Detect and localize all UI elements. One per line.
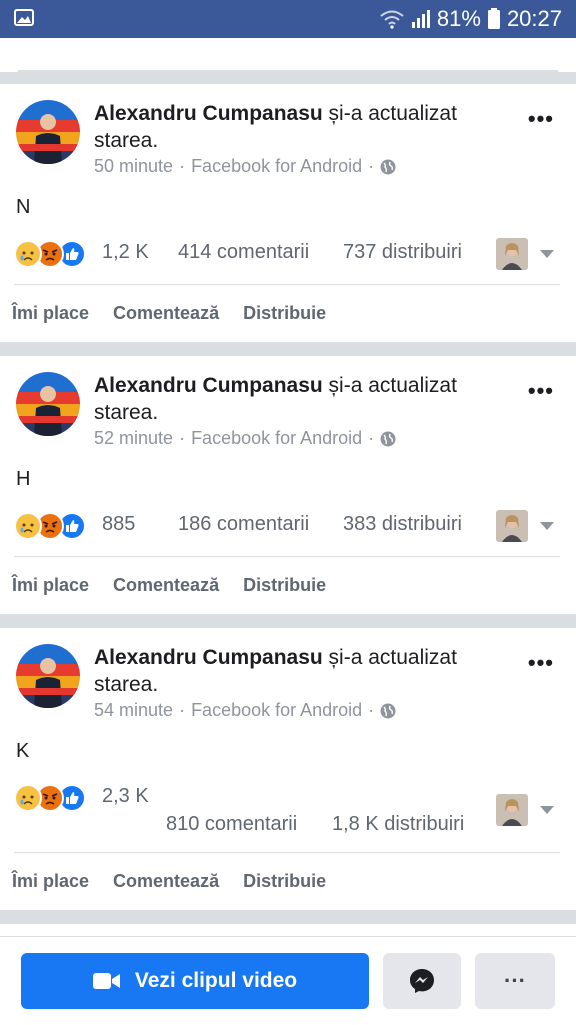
post-text: N: [16, 196, 31, 218]
share-count[interactable]: 383 distribuiri: [343, 513, 462, 536]
messenger-icon: [410, 969, 434, 993]
viewer-profile-thumbnail[interactable]: [496, 510, 528, 542]
feed-separator: [0, 72, 576, 84]
sad-reaction-icon: [14, 784, 42, 812]
comment-count[interactable]: 186 comentarii: [178, 513, 309, 536]
post-header: Alexandru Cumpanasu și-a actualizat star…: [94, 644, 494, 698]
reaction-count[interactable]: 2,3 K: [102, 785, 149, 808]
globe-icon: [380, 703, 396, 718]
post-time[interactable]: 52 minute: [94, 428, 173, 449]
battery-percent: 81%: [436, 6, 481, 31]
wifi-icon: [380, 10, 404, 29]
author-name[interactable]: Alexandru Cumpanasu: [94, 102, 323, 125]
post-actions: Îmi place Comentează Distribuie: [12, 303, 326, 324]
post-meta: 54 minute · Facebook for Android ·: [94, 700, 396, 721]
comment-button[interactable]: Comentează: [113, 303, 219, 324]
chevron-down-icon[interactable]: [540, 806, 554, 814]
globe-icon: [380, 159, 396, 174]
post-text: K: [16, 740, 30, 762]
globe-icon: [380, 431, 396, 446]
share-button[interactable]: Distribuie: [243, 575, 326, 596]
avatar[interactable]: [16, 372, 80, 436]
reaction-icons[interactable]: [14, 784, 86, 812]
post-menu-button[interactable]: •••: [528, 378, 554, 404]
share-count[interactable]: 737 distribuiri: [343, 241, 462, 264]
more-options-icon: ···: [504, 968, 526, 993]
post-source: Facebook for Android: [191, 156, 363, 176]
sad-reaction-icon: [14, 512, 42, 540]
post-menu-button[interactable]: •••: [528, 650, 554, 676]
author-name[interactable]: Alexandru Cumpanasu: [94, 646, 323, 669]
video-camera-icon: [92, 973, 120, 989]
chevron-down-icon[interactable]: [540, 522, 554, 530]
post-actions: Îmi place Comentează Distribuie: [12, 575, 326, 596]
bottom-action-bar: Vezi clipul video ···: [0, 936, 576, 1025]
feed-separator: [0, 614, 576, 628]
share-count[interactable]: 1,8 K distribuiri: [332, 813, 464, 836]
separator-dot: ·: [179, 156, 186, 176]
viewer-profile-thumbnail[interactable]: [496, 238, 528, 270]
signal-icon: [411, 10, 430, 28]
comment-count[interactable]: 810 comentarii: [166, 813, 297, 836]
sad-reaction-icon: [14, 240, 42, 268]
chevron-down-icon[interactable]: [540, 250, 554, 258]
comment-button[interactable]: Comentează: [113, 575, 219, 596]
messenger-button[interactable]: [383, 953, 461, 1009]
gallery-icon: [14, 9, 34, 26]
status-bar: 81% 20:27: [0, 0, 576, 38]
separator-dot: ·: [368, 156, 375, 176]
more-options-button[interactable]: ···: [475, 953, 555, 1009]
separator-dot: ·: [368, 700, 375, 720]
feed-post: Alexandru Cumpanasu și-a actualizat star…: [0, 628, 576, 910]
share-button[interactable]: Distribuie: [243, 303, 326, 324]
comment-button[interactable]: Comentează: [113, 871, 219, 892]
like-button[interactable]: Îmi place: [12, 303, 89, 324]
post-meta: 52 minute · Facebook for Android ·: [94, 428, 396, 449]
author-name[interactable]: Alexandru Cumpanasu: [94, 374, 323, 397]
avatar[interactable]: [16, 644, 80, 708]
post-header: Alexandru Cumpanasu și-a actualizat star…: [94, 100, 494, 154]
reaction-count[interactable]: 1,2 K: [102, 241, 149, 264]
post-meta: 50 minute · Facebook for Android ·: [94, 156, 396, 177]
like-button[interactable]: Îmi place: [12, 575, 89, 596]
reaction-count[interactable]: 885: [102, 513, 135, 536]
reaction-icons[interactable]: [14, 240, 86, 268]
separator-dot: ·: [368, 428, 375, 448]
watch-video-label: Vezi clipul video: [134, 969, 298, 992]
feed-separator: [0, 342, 576, 356]
post-time[interactable]: 50 minute: [94, 156, 173, 177]
post-time[interactable]: 54 minute: [94, 700, 173, 721]
divider: [14, 556, 560, 557]
viewer-profile-thumbnail[interactable]: [496, 794, 528, 826]
like-button[interactable]: Îmi place: [12, 871, 89, 892]
reaction-icons[interactable]: [14, 512, 86, 540]
feed-separator: [0, 910, 576, 924]
watch-video-button[interactable]: Vezi clipul video: [21, 953, 369, 1009]
post-source: Facebook for Android: [191, 428, 363, 448]
battery-icon: [487, 8, 500, 29]
divider: [14, 852, 560, 853]
separator-dot: ·: [179, 700, 186, 720]
feed-post: Alexandru Cumpanasu și-a actualizat star…: [0, 84, 576, 342]
feed-post: Alexandru Cumpanasu și-a actualizat star…: [0, 356, 576, 614]
post-menu-button[interactable]: •••: [528, 106, 554, 132]
share-button[interactable]: Distribuie: [243, 871, 326, 892]
clock: 20:27: [506, 6, 562, 31]
separator-dot: ·: [179, 428, 186, 448]
post-source: Facebook for Android: [191, 700, 363, 720]
post-header: Alexandru Cumpanasu și-a actualizat star…: [94, 372, 494, 426]
avatar[interactable]: [16, 100, 80, 164]
divider: [14, 284, 560, 285]
comment-count[interactable]: 414 comentarii: [178, 241, 309, 264]
post-actions: Îmi place Comentează Distribuie: [12, 871, 326, 892]
post-text: H: [16, 468, 31, 490]
